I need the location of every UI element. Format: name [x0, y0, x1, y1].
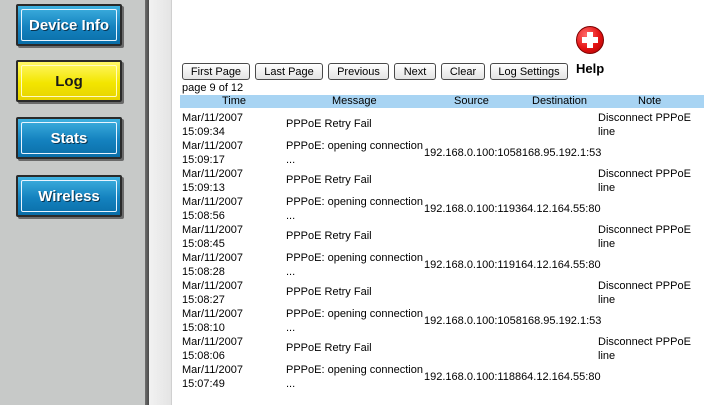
nav-wireless-button[interactable]: Wireless [16, 175, 122, 217]
sidebar: Device Info Log Stats Wireless [0, 0, 145, 405]
row-message: PPPoE: opening connection... [286, 364, 423, 390]
clear-button[interactable]: Clear [441, 63, 485, 80]
last-page-button[interactable]: Last Page [255, 63, 323, 80]
nav-wireless-label: Wireless [38, 187, 100, 205]
previous-button[interactable]: Previous [328, 63, 389, 80]
table-row: Mar/11/2007 15:09:13 PPPoE Retry Fail Dis… [180, 166, 704, 194]
row-source: 192.168.0.100:1058168.95.192.1:53 [424, 147, 602, 159]
row-message: PPPoE: opening connection... [286, 196, 423, 222]
row-datetime: Mar/11/2007 15:08:56 [182, 196, 243, 222]
table-row: Mar/11/2007 15:09:34 PPPoE Retry Fail Dis… [180, 110, 704, 138]
log-settings-button[interactable]: Log Settings [490, 63, 568, 80]
row-datetime: Mar/11/2007 15:08:28 [182, 252, 243, 278]
nav-stats-button[interactable]: Stats [16, 117, 122, 159]
row-datetime: Mar/11/2007 15:08:45 [182, 224, 243, 250]
table-row: Mar/11/2007 15:08:06 PPPoE Retry Fail Dis… [180, 334, 704, 362]
header-message: Message [332, 95, 377, 107]
table-row: Mar/11/2007 15:07:49 PPPoE: opening conne… [180, 362, 704, 390]
header-source: Source [454, 95, 489, 107]
row-message: PPPoE: opening connection... [286, 252, 423, 278]
table-row: Mar/11/2007 15:08:28 PPPoE: opening conne… [180, 250, 704, 278]
row-datetime: Mar/11/2007 15:08:27 [182, 280, 243, 306]
row-source: 192.168.0.100:119164.12.164.55:80 [424, 259, 601, 271]
row-message: PPPoE Retry Fail [286, 342, 372, 354]
row-message: PPPoE Retry Fail [286, 286, 372, 298]
row-datetime: Mar/11/2007 15:07:49 [182, 364, 243, 390]
row-source: 192.168.0.100:118864.12.164.55:80 [424, 371, 601, 383]
table-row: Mar/11/2007 15:08:27 PPPoE Retry Fail Dis… [180, 278, 704, 306]
row-note: Disconnect PPPoE line [598, 336, 691, 362]
row-message: PPPoE Retry Fail [286, 230, 372, 242]
sidebar-gutter [149, 0, 172, 405]
row-source: 192.168.0.100:1058168.95.192.1:53 [424, 315, 602, 327]
table-row: Mar/11/2007 15:08:10 PPPoE: opening conne… [180, 306, 704, 334]
table-row: Mar/11/2007 15:08:56 PPPoE: opening conne… [180, 194, 704, 222]
help-link[interactable]: Help [576, 61, 604, 76]
row-note: Disconnect PPPoE line [598, 224, 691, 250]
nav-device-info-label: Device Info [28, 16, 110, 34]
nav-log-label: Log [55, 72, 83, 90]
row-datetime: Mar/11/2007 15:08:10 [182, 308, 243, 334]
row-datetime: Mar/11/2007 15:09:34 [182, 112, 243, 138]
nav-device-info-button[interactable]: Device Info [16, 4, 122, 46]
help-plus-icon[interactable] [576, 26, 604, 54]
nav-stats-label: Stats [50, 129, 88, 147]
nav-log-button[interactable]: Log [16, 60, 122, 102]
table-row: Mar/11/2007 15:08:45 PPPoE Retry Fail Dis… [180, 222, 704, 250]
row-datetime: Mar/11/2007 15:08:06 [182, 336, 243, 362]
header-note: Note [638, 95, 662, 107]
row-note: Disconnect PPPoE line [598, 280, 691, 306]
row-message: PPPoE: opening connection... [286, 308, 423, 334]
first-page-button[interactable]: First Page [182, 63, 250, 80]
row-datetime: Mar/11/2007 15:09:13 [182, 168, 243, 194]
row-source: 192.168.0.100:119364.12.164.55:80 [424, 203, 601, 215]
page-indicator: page 9 of 12 [182, 82, 244, 94]
row-datetime: Mar/11/2007 15:09:17 [182, 140, 243, 166]
header-time: Time [222, 95, 247, 107]
row-message: PPPoE Retry Fail [286, 118, 372, 130]
table-row: Mar/11/2007 15:09:17 PPPoE: opening conne… [180, 138, 704, 166]
next-button[interactable]: Next [394, 63, 436, 80]
row-message: PPPoE: opening connection... [286, 140, 423, 166]
log-table-header: Time Message Source Destination Note [180, 95, 704, 108]
row-message: PPPoE Retry Fail [286, 174, 372, 186]
row-note: Disconnect PPPoE line [598, 112, 691, 138]
header-destination: Destination [532, 95, 588, 107]
row-note: Disconnect PPPoE line [598, 168, 691, 194]
